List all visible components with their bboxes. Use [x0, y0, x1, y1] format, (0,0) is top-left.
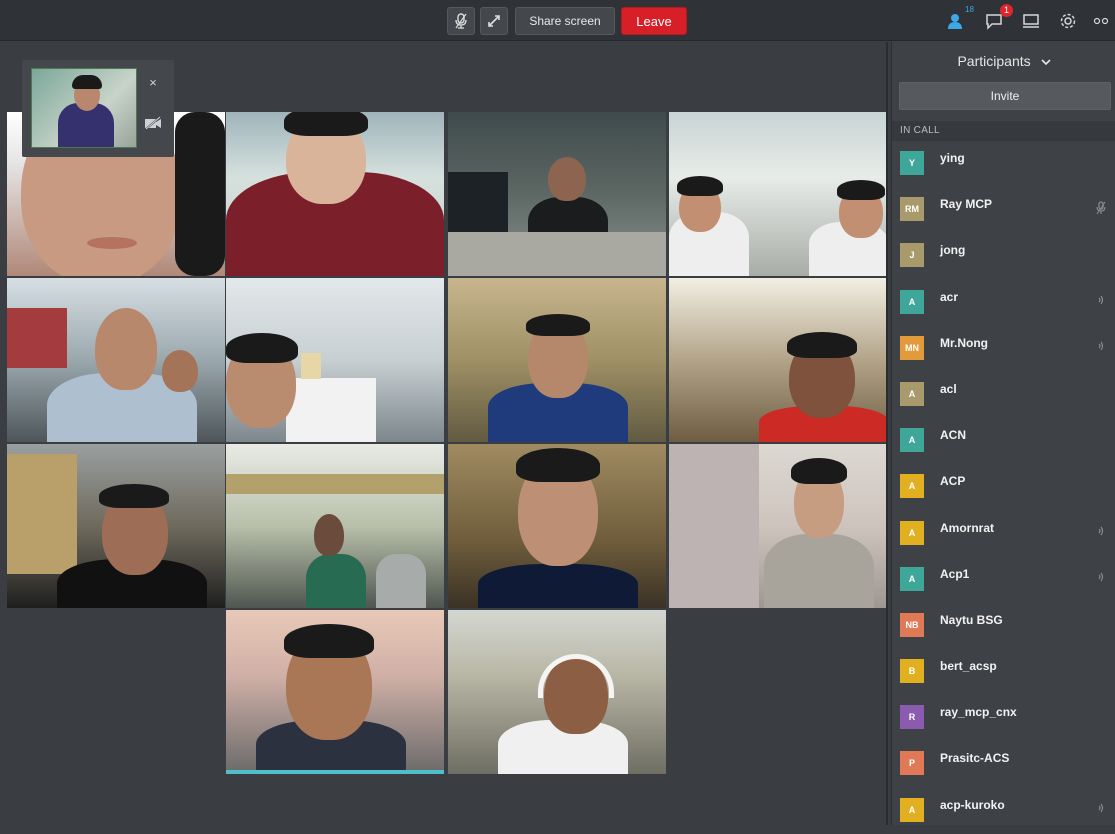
- monitor-icon: [1023, 14, 1039, 28]
- active-speaker-indicator: [226, 770, 444, 774]
- participant-name: Ray MCP: [940, 197, 993, 212]
- participant-name: acp-kuroko: [940, 797, 1005, 812]
- speaker-icon: [1098, 803, 1104, 812]
- participant-count-badge: 18: [965, 5, 974, 14]
- settings-button[interactable]: [1057, 10, 1079, 32]
- participants-title: Participants: [957, 53, 1031, 69]
- participant-name: Mr.Nong: [940, 335, 988, 350]
- video-tile[interactable]: [7, 444, 225, 608]
- speaker-icon: [1098, 572, 1104, 582]
- participant-name: ying: [940, 151, 965, 165]
- avatar: B: [900, 659, 924, 684]
- video-tile[interactable]: [669, 112, 887, 276]
- participant-row[interactable]: A Acp1: [892, 557, 1115, 603]
- gear-icon: [1060, 13, 1076, 29]
- person-icon: [948, 14, 962, 29]
- avatar: NB: [900, 612, 924, 637]
- video-tile[interactable]: [226, 278, 444, 442]
- participant-name: acr: [940, 289, 959, 304]
- participant-row[interactable]: Yying: [892, 141, 1115, 187]
- chat-unread-badge: 1: [1000, 4, 1013, 17]
- panel-divider: [886, 42, 888, 825]
- avatar: A: [900, 474, 924, 499]
- participant-row[interactable]: Bbert_acsp: [892, 649, 1115, 695]
- participant-name: acl: [940, 381, 957, 396]
- video-tile[interactable]: [448, 278, 666, 442]
- video-tile[interactable]: [448, 610, 666, 774]
- avatar: A: [900, 520, 924, 545]
- participant-row[interactable]: MN Mr.Nong: [892, 326, 1115, 372]
- video-tile[interactable]: [226, 444, 444, 608]
- participant-row[interactable]: RM Ray MCP: [892, 187, 1115, 233]
- participants-panel: Participants Invite IN CALL Yying RM Ray M…: [891, 41, 1115, 825]
- video-tile[interactable]: [448, 444, 666, 608]
- participant-list: Yying RM Ray MCP Jjong Aacr MN Mr.Nong Aacl A ACN…: [892, 141, 1115, 834]
- participant-name: Acp1: [940, 566, 970, 581]
- chevron-down-icon: [1040, 59, 1051, 66]
- participant-row[interactable]: P Prasitc-ACS: [892, 741, 1115, 787]
- participant-row[interactable]: A ACN: [892, 418, 1115, 464]
- in-call-section-header: IN CALL: [892, 121, 1115, 141]
- avatar: Y: [900, 151, 924, 175]
- close-icon[interactable]: ×: [146, 76, 160, 90]
- share-screen-button[interactable]: Share screen: [515, 7, 615, 35]
- video-tile[interactable]: [669, 278, 887, 442]
- microphone-icon: [455, 13, 467, 29]
- participant-row[interactable]: Aacl: [892, 372, 1115, 418]
- camera-off-icon[interactable]: [144, 116, 162, 130]
- self-video-preview: [31, 68, 137, 148]
- video-tile[interactable]: [226, 112, 444, 276]
- mic-icon: [1096, 201, 1106, 215]
- invite-button[interactable]: Invite: [899, 82, 1111, 110]
- speaker-icon: [1098, 295, 1104, 304]
- participant-name: bert_acsp: [940, 659, 997, 674]
- participants-dropdown[interactable]: Participants: [892, 53, 1115, 69]
- avatar: P: [900, 751, 924, 776]
- participant-name: Prasitc-ACS: [940, 751, 1010, 766]
- screen-toggle[interactable]: [1020, 10, 1042, 32]
- leave-button[interactable]: Leave: [621, 7, 687, 35]
- video-tile[interactable]: [669, 444, 887, 608]
- participant-row[interactable]: Jjong: [892, 233, 1115, 279]
- participant-name: jong: [940, 243, 966, 258]
- video-tile[interactable]: [226, 610, 444, 774]
- avatar: MN: [900, 335, 924, 360]
- avatar: J: [900, 243, 924, 268]
- mute-mic-button[interactable]: [447, 7, 475, 35]
- avatar: A: [900, 289, 924, 314]
- avatar: A: [900, 381, 924, 406]
- speaker-icon: [1098, 341, 1104, 351]
- participant-row[interactable]: Aacp-kuroko: [892, 788, 1115, 834]
- speaker-icon: [1098, 526, 1104, 535]
- top-toolbar: Share screen Leave 18 1: [0, 0, 1115, 41]
- fullscreen-button[interactable]: [480, 7, 508, 35]
- video-tile[interactable]: [448, 112, 666, 276]
- participant-name: Amornrat: [940, 520, 995, 535]
- participant-row[interactable]: A ACP: [892, 464, 1115, 510]
- avatar: R: [900, 705, 924, 730]
- participant-name: ACP: [940, 474, 966, 489]
- participant-row[interactable]: NB Naytu BSG: [892, 603, 1115, 649]
- participant-row[interactable]: Aacr: [892, 280, 1115, 326]
- avatar: A: [900, 797, 924, 822]
- video-grid: [7, 112, 887, 776]
- expand-icon: [488, 15, 500, 27]
- video-tile[interactable]: [7, 278, 225, 442]
- more-button[interactable]: [1092, 10, 1114, 32]
- participant-name: Naytu BSG: [940, 612, 1003, 627]
- avatar: RM: [900, 197, 924, 222]
- more-dots-icon: [1093, 17, 1109, 25]
- avatar: A: [900, 428, 924, 453]
- participant-row[interactable]: A Amornrat: [892, 511, 1115, 557]
- participant-name: ACN: [940, 428, 966, 443]
- participant-row[interactable]: Rray_mcp_cnx: [892, 695, 1115, 741]
- avatar: A: [900, 566, 924, 591]
- chat-toggle[interactable]: 1: [983, 4, 1013, 32]
- participant-name: ray_mcp_cnx: [940, 705, 1017, 720]
- participants-toggle[interactable]: 18: [944, 5, 974, 32]
- self-view-panel: ×: [22, 60, 174, 157]
